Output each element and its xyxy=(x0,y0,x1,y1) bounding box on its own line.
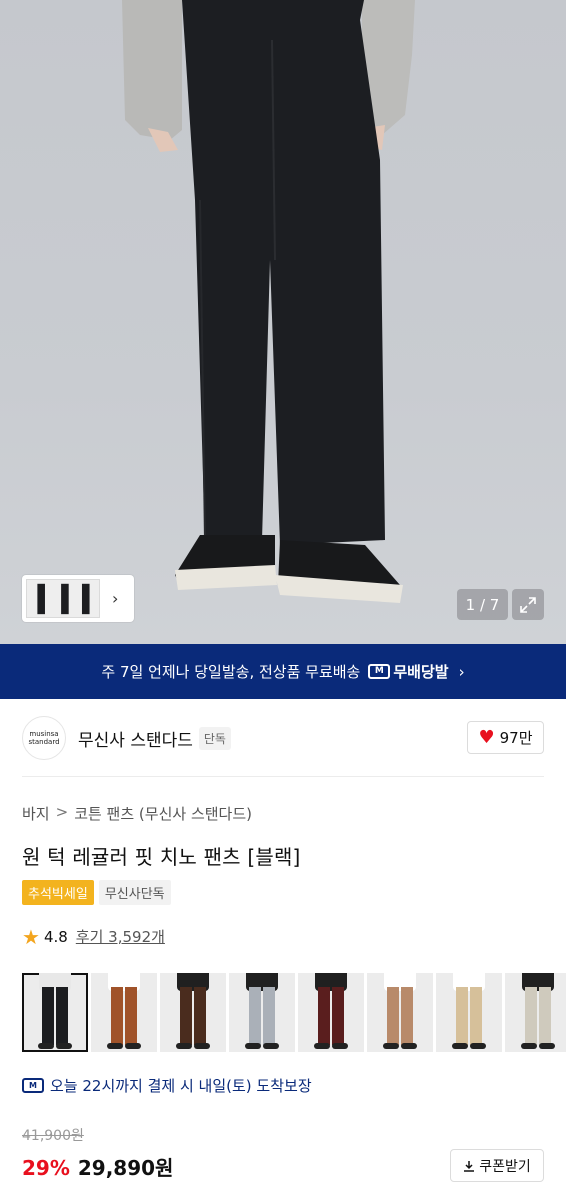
chevron-right-icon[interactable]: › xyxy=(112,589,118,608)
product-title: 원 턱 레귤러 핏 치노 팬츠 [블랙] xyxy=(22,845,301,869)
color-option-thumbnail[interactable] xyxy=(505,973,566,1052)
shoe xyxy=(107,1043,123,1049)
gallery-thumbnail[interactable] xyxy=(26,579,100,618)
brand-row[interactable]: musinsa standard 무신사 스탠다드 단독 ♥ 97만 xyxy=(22,716,544,760)
pants-leg xyxy=(318,987,330,1045)
shoe xyxy=(38,1043,54,1049)
truck-icon: M xyxy=(368,664,391,679)
pants-leg xyxy=(42,987,54,1045)
shoe xyxy=(539,1043,555,1049)
chevron-right-icon: › xyxy=(458,662,465,681)
shoe xyxy=(332,1043,348,1049)
pants-leg xyxy=(263,987,275,1045)
coupon-button[interactable]: 쿠폰받기 xyxy=(450,1149,544,1182)
shoe xyxy=(263,1043,279,1049)
brand-name[interactable]: 무신사 스탠다드 xyxy=(78,726,193,751)
shoe xyxy=(245,1043,261,1049)
breadcrumb-subcategory[interactable]: 코튼 팬츠 (무신사 스탠다드) xyxy=(74,803,252,824)
pants-leg xyxy=(539,987,551,1045)
color-options xyxy=(22,973,566,1053)
review-link[interactable]: 후기 3,592개 xyxy=(76,926,165,947)
pants-leg xyxy=(332,987,344,1045)
shoe xyxy=(470,1043,486,1049)
pants-leg xyxy=(56,987,68,1045)
delivery-logo-label: 무배당발 xyxy=(393,663,449,681)
brand-logo-line1: musinsa xyxy=(29,730,59,738)
expand-icon xyxy=(520,596,536,613)
truck-icon: M xyxy=(22,1078,44,1093)
color-option-thumbnail[interactable] xyxy=(160,973,226,1052)
breadcrumb-separator: > xyxy=(55,803,69,821)
color-option-thumbnail[interactable] xyxy=(22,973,88,1052)
delivery-logo: M 무배당발 xyxy=(368,661,449,682)
image-counter: 1 / 7 xyxy=(457,589,508,620)
shoe xyxy=(194,1043,210,1049)
banner-text: 주 7일 언제나 당일발송, 전상품 무료배송 xyxy=(101,663,361,681)
rating-row: ★ 4.8 후기 3,592개 xyxy=(22,926,165,947)
rating-score: 4.8 xyxy=(43,927,68,946)
gallery-thumbnail-strip[interactable]: › xyxy=(22,575,134,622)
shoe xyxy=(383,1043,399,1049)
shoe xyxy=(314,1043,330,1049)
pants-leg xyxy=(125,987,137,1045)
delivery-guarantee: M 오늘 22시까지 결제 시 내일(토) 도착보장 xyxy=(22,1075,312,1096)
breadcrumb: 바지 > 코튼 팬츠 (무신사 스탠다드) xyxy=(22,803,252,824)
free-shipping-banner[interactable]: 주 7일 언제나 당일발송, 전상품 무료배송 M 무배당발 › xyxy=(0,644,566,699)
pants-leg xyxy=(525,987,537,1045)
shoe xyxy=(125,1043,141,1049)
price-row: 29% 29,890원 xyxy=(22,1152,173,1181)
pants-leg xyxy=(387,987,399,1045)
shoe xyxy=(521,1043,537,1049)
shoe xyxy=(56,1043,72,1049)
pants-leg xyxy=(470,987,482,1045)
color-option-thumbnail[interactable] xyxy=(436,973,502,1052)
pants-leg xyxy=(194,987,206,1045)
shoe xyxy=(401,1043,417,1049)
heart-icon: ♥ xyxy=(478,726,495,748)
star-icon: ★ xyxy=(22,924,40,949)
color-option-thumbnail[interactable] xyxy=(91,973,157,1052)
sale-price: 29,890원 xyxy=(77,1156,174,1180)
like-count: 97만 xyxy=(499,729,533,747)
coupon-label: 쿠폰받기 xyxy=(479,1158,531,1175)
sale-badge: 추석빅세일 xyxy=(22,880,94,905)
color-option-thumbnail[interactable] xyxy=(229,973,295,1052)
discount-rate: 29% xyxy=(22,1156,70,1180)
product-photo xyxy=(122,0,415,603)
original-price: 41,900원 xyxy=(22,1128,84,1144)
exclusive-badge: 무신사단독 xyxy=(98,880,171,905)
pants-leg xyxy=(180,987,192,1045)
color-option-thumbnail[interactable] xyxy=(367,973,433,1052)
expand-button[interactable] xyxy=(512,589,544,620)
pants-leg xyxy=(456,987,468,1045)
shoe xyxy=(452,1043,468,1049)
download-icon xyxy=(464,1160,475,1172)
breadcrumb-category[interactable]: 바지 xyxy=(22,803,50,824)
brand-logo-line2: standard xyxy=(28,738,60,746)
color-option-thumbnail[interactable] xyxy=(298,973,364,1052)
pants-leg xyxy=(249,987,261,1045)
product-image-gallery[interactable]: › 1 / 7 xyxy=(0,0,566,644)
product-badges: 추석빅세일 무신사단독 xyxy=(22,880,171,905)
brand-logo[interactable]: musinsa standard xyxy=(22,716,66,760)
pants-leg xyxy=(111,987,123,1045)
delivery-text: 오늘 22시까지 결제 시 내일(토) 도착보장 xyxy=(50,1077,312,1095)
divider xyxy=(22,776,544,777)
like-button[interactable]: ♥ 97만 xyxy=(467,721,544,754)
brand-exclusive-tag: 단독 xyxy=(198,726,231,750)
pants-leg xyxy=(401,987,413,1045)
shoe xyxy=(176,1043,192,1049)
